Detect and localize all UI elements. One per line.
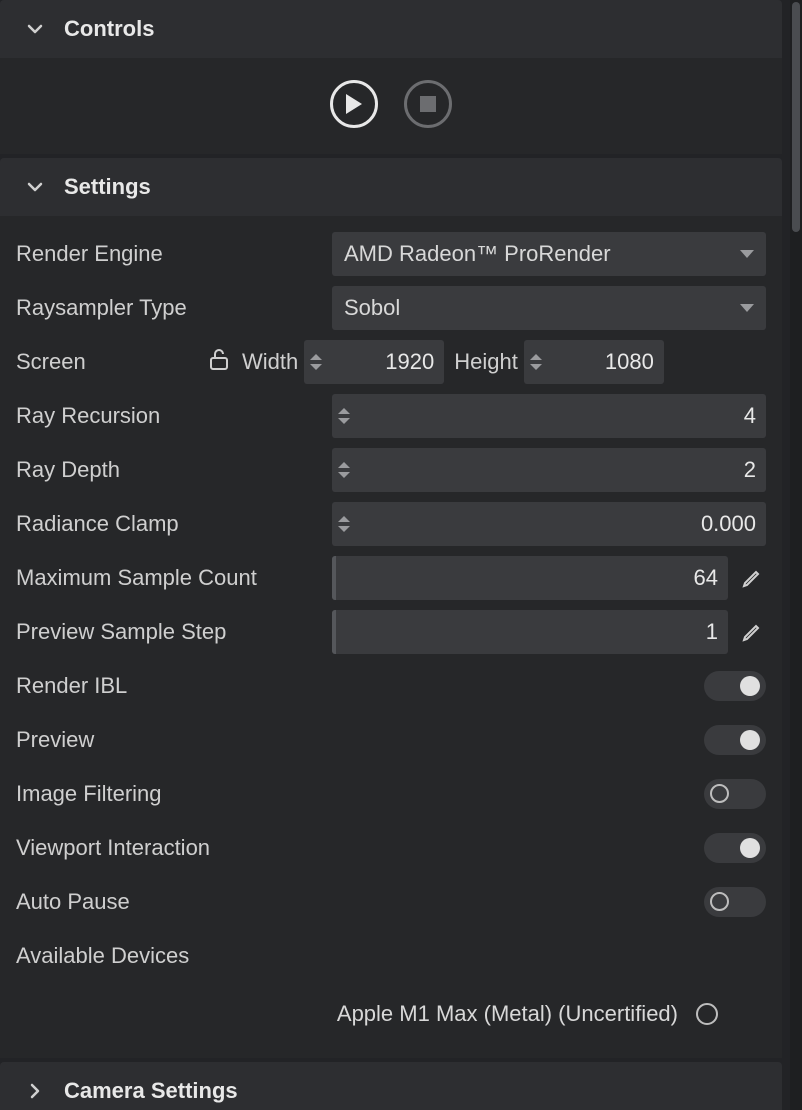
render-engine-row: Render Engine AMD Radeon™ ProRender xyxy=(16,232,766,276)
device-radio[interactable] xyxy=(696,1003,718,1025)
image-filtering-row: Image Filtering xyxy=(16,772,766,816)
preview-step-value: 1 xyxy=(706,619,718,645)
camera-settings-header[interactable]: Camera Settings xyxy=(0,1062,782,1110)
render-engine-label: Render Engine xyxy=(16,241,332,267)
raysampler-dropdown[interactable]: Sobol xyxy=(332,286,766,330)
stepper-icon xyxy=(338,448,354,492)
render-engine-dropdown[interactable]: AMD Radeon™ ProRender xyxy=(332,232,766,276)
ray-recursion-value: 4 xyxy=(360,403,756,429)
chevron-down-icon xyxy=(24,176,46,198)
ray-recursion-label: Ray Recursion xyxy=(16,403,332,429)
render-ibl-toggle[interactable] xyxy=(704,671,766,701)
max-sample-label: Maximum Sample Count xyxy=(16,565,332,591)
radiance-clamp-label: Radiance Clamp xyxy=(16,511,332,537)
settings-title: Settings xyxy=(64,174,151,200)
radiance-clamp-input[interactable]: 0.000 xyxy=(332,502,766,546)
stepper-icon xyxy=(338,394,354,438)
width-input[interactable]: 1920 xyxy=(304,340,444,384)
available-devices-label: Available Devices xyxy=(16,934,766,978)
max-sample-slider[interactable]: 64 xyxy=(332,556,728,600)
controls-body xyxy=(0,58,782,154)
auto-pause-row: Auto Pause xyxy=(16,880,766,924)
ray-depth-value: 2 xyxy=(360,457,756,483)
stop-button[interactable] xyxy=(404,80,452,128)
height-value: 1080 xyxy=(552,349,654,375)
raysampler-row: Raysampler Type Sobol xyxy=(16,286,766,330)
preview-row: Preview xyxy=(16,718,766,762)
ray-recursion-input[interactable]: 4 xyxy=(332,394,766,438)
caret-down-icon xyxy=(740,304,754,312)
play-button[interactable] xyxy=(330,80,378,128)
scrollbar[interactable] xyxy=(790,0,802,1110)
controls-header[interactable]: Controls xyxy=(0,0,782,58)
raysampler-label: Raysampler Type xyxy=(16,295,332,321)
stepper-icon xyxy=(530,340,546,384)
lock-open-icon[interactable] xyxy=(208,347,230,377)
preview-step-label: Preview Sample Step xyxy=(16,619,332,645)
camera-settings-title: Camera Settings xyxy=(64,1078,238,1104)
chevron-right-icon xyxy=(24,1080,46,1102)
max-sample-row: Maximum Sample Count 64 xyxy=(16,556,766,600)
ray-depth-row: Ray Depth 2 xyxy=(16,448,766,492)
radiance-clamp-value: 0.000 xyxy=(360,511,756,537)
preview-step-row: Preview Sample Step 1 xyxy=(16,610,766,654)
image-filtering-toggle[interactable] xyxy=(704,779,766,809)
width-value: 1920 xyxy=(332,349,434,375)
auto-pause-toggle[interactable] xyxy=(704,887,766,917)
ray-recursion-row: Ray Recursion 4 xyxy=(16,394,766,438)
image-filtering-label: Image Filtering xyxy=(16,781,704,807)
device-row: Apple M1 Max (Metal) (Uncertified) xyxy=(16,992,766,1036)
caret-down-icon xyxy=(740,250,754,258)
settings-section: Settings Render Engine AMD Radeon™ ProRe… xyxy=(0,158,782,1058)
camera-settings-section: Camera Settings xyxy=(0,1062,782,1110)
radiance-clamp-row: Radiance Clamp 0.000 xyxy=(16,502,766,546)
viewport-interaction-label: Viewport Interaction xyxy=(16,835,704,861)
ray-depth-label: Ray Depth xyxy=(16,457,332,483)
viewport-interaction-toggle[interactable] xyxy=(704,833,766,863)
settings-body: Render Engine AMD Radeon™ ProRender Rays… xyxy=(0,216,782,1058)
edit-button[interactable] xyxy=(738,564,766,592)
edit-button[interactable] xyxy=(738,618,766,646)
height-label: Height xyxy=(454,349,518,375)
settings-header[interactable]: Settings xyxy=(0,158,782,216)
preview-step-slider[interactable]: 1 xyxy=(332,610,728,654)
preview-toggle[interactable] xyxy=(704,725,766,755)
device-name: Apple M1 Max (Metal) (Uncertified) xyxy=(337,1001,678,1027)
max-sample-value: 64 xyxy=(694,565,718,591)
screen-label: Screen xyxy=(16,349,196,375)
raysampler-value: Sobol xyxy=(344,295,400,321)
render-engine-value: AMD Radeon™ ProRender xyxy=(344,241,611,267)
preview-label: Preview xyxy=(16,727,704,753)
controls-title: Controls xyxy=(64,16,154,42)
stepper-icon xyxy=(310,340,326,384)
screen-row: Screen Width 1920 Height xyxy=(16,340,766,384)
viewport-interaction-row: Viewport Interaction xyxy=(16,826,766,870)
height-input[interactable]: 1080 xyxy=(524,340,664,384)
render-ibl-row: Render IBL xyxy=(16,664,766,708)
width-label: Width xyxy=(242,349,298,375)
scrollbar-thumb[interactable] xyxy=(792,2,800,232)
stepper-icon xyxy=(338,502,354,546)
ray-depth-input[interactable]: 2 xyxy=(332,448,766,492)
controls-section: Controls xyxy=(0,0,782,154)
auto-pause-label: Auto Pause xyxy=(16,889,704,915)
render-ibl-label: Render IBL xyxy=(16,673,704,699)
chevron-down-icon xyxy=(24,18,46,40)
